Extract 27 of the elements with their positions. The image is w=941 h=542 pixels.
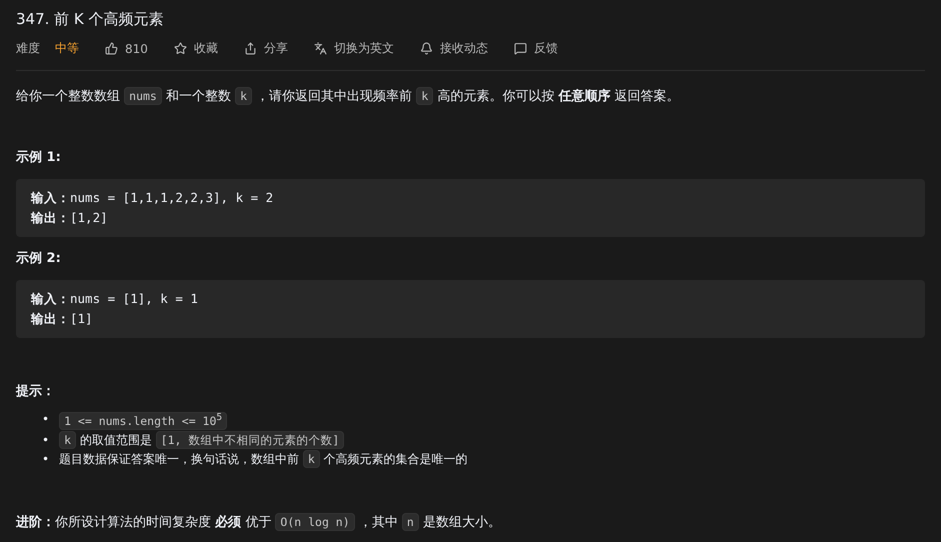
translate-action[interactable]: 切换为英文	[314, 40, 394, 57]
hint-item: k 的取值范围是 [1, 数组中不相同的元素的个数]	[59, 430, 344, 450]
share-action[interactable]: 分享	[244, 40, 288, 57]
bell-action[interactable]: 接收动态	[420, 40, 488, 57]
star-action[interactable]: 收藏	[174, 40, 218, 57]
bell-icon	[420, 42, 433, 55]
message-icon	[514, 42, 527, 55]
difficulty-label: 难度	[16, 40, 40, 57]
bullet: •	[42, 410, 50, 428]
translate-icon	[314, 42, 327, 55]
bullet: •	[42, 450, 50, 468]
hint-item: 题目数据保证答案唯一，换句话说，数组中前 k 个高频元素的集合是唯一的	[59, 450, 468, 469]
example-heading: 示例 2:	[16, 250, 62, 267]
problem-description: 给你一个整数数组 nums 和一个整数 k ，请你返回其中出现频率前 k 高的元素。你可以按 任意顺序 返回答案。	[16, 86, 681, 107]
example-code-block: 输入：nums = [1,1,1,2,2,3], k = 2 输出：[1,2]	[16, 179, 925, 237]
bullet: •	[42, 432, 50, 449]
difficulty-value: 中等	[55, 40, 79, 57]
like-action[interactable]: 810	[105, 42, 148, 56]
example-code-block: 输入：nums = [1], k = 1 输出：[1]	[16, 280, 925, 338]
thumbs-up-icon	[105, 42, 118, 55]
problem-title: 347. 前 K 个高频元素	[16, 10, 165, 28]
example-heading: 示例 1:	[16, 149, 62, 166]
feedback-action[interactable]: 反馈	[514, 40, 558, 57]
follow-up-text: 进阶：你所设计算法的时间复杂度 必须 优于 O(n log n) ，其中 n 是数组大小。	[16, 512, 502, 533]
hints-heading: 提示：	[16, 383, 56, 400]
share-icon	[244, 42, 257, 55]
star-icon	[174, 42, 187, 55]
